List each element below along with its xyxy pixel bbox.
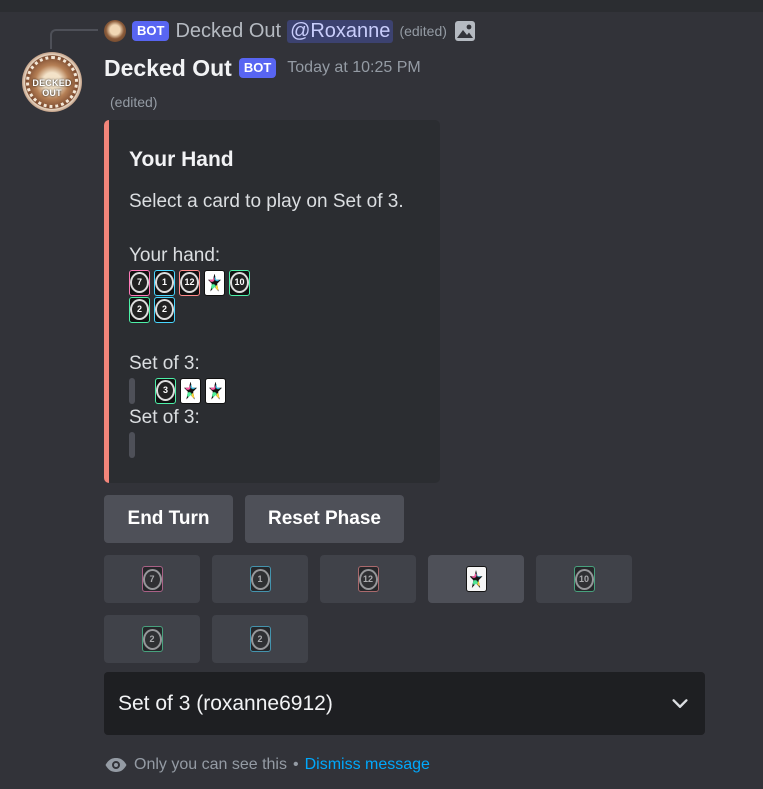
card-value: 2 bbox=[155, 299, 174, 320]
blank-slot-marker bbox=[129, 377, 135, 404]
set-2-label: Set of 3: bbox=[129, 407, 200, 428]
card-emoji bbox=[204, 269, 225, 296]
reply-mention[interactable]: @Roxanne bbox=[287, 19, 394, 43]
card-value: 2 bbox=[250, 628, 270, 650]
play-card-button[interactable]: 1 bbox=[212, 555, 308, 603]
bot-avatar[interactable]: DECKED OUT bbox=[22, 52, 82, 112]
card-emoji: 2 bbox=[129, 296, 150, 323]
card-value: 7 bbox=[142, 568, 162, 590]
set-2-cards bbox=[129, 431, 420, 458]
top-divider bbox=[0, 0, 763, 12]
card-value: 10 bbox=[230, 272, 249, 293]
bot-tag: BOT bbox=[238, 58, 277, 78]
hand-label: Your hand: bbox=[129, 245, 221, 266]
card-value: 12 bbox=[358, 568, 378, 590]
reply-avatar[interactable] bbox=[104, 20, 126, 42]
card-emoji: 1 bbox=[249, 566, 271, 592]
ephemeral-footer: Only you can see this • Dismiss message bbox=[104, 752, 430, 778]
ephemeral-note: Only you can see this bbox=[134, 756, 287, 773]
blank-slot-marker bbox=[129, 431, 135, 458]
dismiss-message-link[interactable]: Dismiss message bbox=[305, 756, 430, 774]
play-card-button[interactable]: 2 bbox=[212, 615, 308, 663]
reply-edited-label: (edited) bbox=[399, 23, 447, 39]
message-timestamp[interactable]: Today at 10:25 PM bbox=[287, 59, 420, 77]
reply-bot-tag: BOT bbox=[132, 21, 170, 41]
card-emoji bbox=[465, 566, 487, 592]
card-emoji: 10 bbox=[573, 566, 595, 592]
image-icon[interactable] bbox=[453, 19, 477, 43]
set-select-dropdown[interactable]: Set of 3 (roxanne6912) bbox=[104, 672, 705, 735]
embed-title: Your Hand bbox=[129, 148, 234, 171]
card-emoji: 2 bbox=[141, 626, 163, 652]
play-card-button[interactable]: 12 bbox=[320, 555, 416, 603]
embed-instruction: Select a card to play on Set of 3. bbox=[129, 191, 404, 212]
message-header: Decked Out BOT Today at 10:25 PM bbox=[104, 52, 421, 84]
card-value: 1 bbox=[155, 272, 174, 293]
play-card-button[interactable]: 7 bbox=[104, 555, 200, 603]
card-emoji: 3 bbox=[155, 377, 176, 404]
card-value: 3 bbox=[156, 380, 175, 401]
embed: Your Hand Select a card to play on Set o… bbox=[104, 120, 440, 483]
card-emoji bbox=[205, 377, 226, 404]
set-1-cards: 3 bbox=[129, 377, 420, 404]
reply-author-name[interactable]: Decked Out bbox=[175, 20, 281, 43]
author-name[interactable]: Decked Out bbox=[104, 55, 232, 82]
play-card-button[interactable] bbox=[428, 555, 524, 603]
play-card-button[interactable]: 2 bbox=[104, 615, 200, 663]
card-emoji: 12 bbox=[357, 566, 379, 592]
set-1-label: Set of 3: bbox=[129, 353, 200, 374]
card-value: 2 bbox=[142, 628, 162, 650]
card-emoji: 7 bbox=[141, 566, 163, 592]
card-value: 2 bbox=[130, 299, 149, 320]
reset-phase-button[interactable]: Reset Phase bbox=[245, 495, 404, 543]
end-turn-button[interactable]: End Turn bbox=[104, 495, 233, 543]
card-emoji: 1 bbox=[154, 269, 175, 296]
card-value: 1 bbox=[250, 568, 270, 590]
reply-spine bbox=[50, 29, 98, 49]
edited-label: (edited) bbox=[110, 94, 158, 110]
card-value: 12 bbox=[180, 272, 199, 293]
card-emoji: 2 bbox=[249, 626, 271, 652]
hand-row-2: 22 bbox=[129, 296, 420, 323]
hand-row-1: 7 1 12 10 bbox=[129, 269, 420, 296]
card-value: 7 bbox=[130, 272, 149, 293]
footer-separator: • bbox=[292, 756, 299, 773]
eye-icon bbox=[105, 758, 127, 772]
play-card-button[interactable]: 10 bbox=[536, 555, 632, 603]
avatar-logo-text: DECKED OUT bbox=[32, 78, 72, 98]
card-emoji: 10 bbox=[229, 269, 250, 296]
reply-preview[interactable]: BOT Decked Out @Roxanne (edited) bbox=[104, 16, 477, 46]
embed-description: Select a card to play on Set of 3. Your … bbox=[129, 188, 420, 458]
select-value: Set of 3 (roxanne6912) bbox=[118, 691, 333, 715]
card-emoji: 2 bbox=[154, 296, 175, 323]
chevron-down-icon[interactable] bbox=[669, 693, 691, 715]
card-value: 10 bbox=[574, 568, 594, 590]
card-emoji: 12 bbox=[179, 269, 200, 296]
card-emoji bbox=[180, 377, 201, 404]
card-emoji: 7 bbox=[129, 269, 150, 296]
